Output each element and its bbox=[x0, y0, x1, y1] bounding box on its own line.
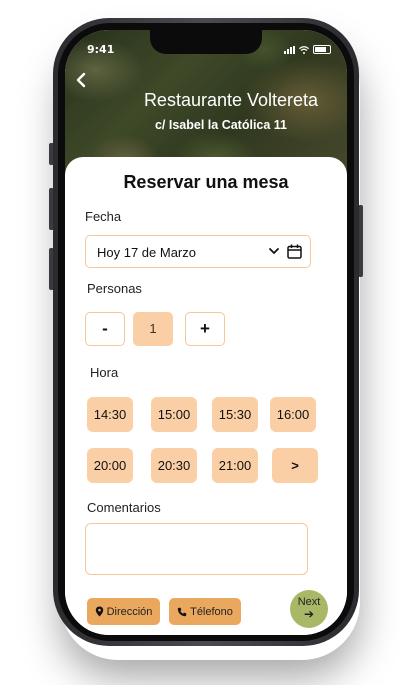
time-slot[interactable]: 20:00 bbox=[87, 448, 133, 483]
battery-icon bbox=[313, 45, 331, 54]
date-value: Hoy 17 de Marzo bbox=[97, 245, 196, 260]
status-time: 9:41 bbox=[87, 43, 115, 56]
more-slots-button[interactable]: > bbox=[272, 448, 318, 483]
status-icons bbox=[284, 45, 331, 54]
date-select[interactable]: Hoy 17 de Marzo bbox=[85, 235, 311, 268]
direction-button[interactable]: Dirección bbox=[87, 598, 160, 625]
time-slot[interactable]: 16:00 bbox=[270, 397, 316, 432]
phone-button[interactable]: Télefono bbox=[169, 598, 241, 625]
date-label: Fecha bbox=[85, 209, 122, 224]
time-slot[interactable]: 20:30 bbox=[151, 448, 197, 483]
people-label: Personas bbox=[87, 281, 142, 296]
comments-label: Comentarios bbox=[87, 500, 161, 515]
back-chevron-icon[interactable] bbox=[75, 72, 87, 88]
wifi-icon bbox=[299, 45, 309, 54]
time-slot[interactable]: 15:00 bbox=[151, 397, 197, 432]
phone-label: Télefono bbox=[190, 605, 233, 618]
map-pin-icon bbox=[95, 606, 103, 617]
dynamic-island bbox=[150, 30, 262, 54]
next-label: Next bbox=[297, 596, 321, 608]
reservation-card: Reservar una mesa Fecha Hoy 17 de Marzo … bbox=[65, 157, 347, 635]
signal-icon bbox=[284, 45, 295, 54]
next-button[interactable]: Next ➔ bbox=[290, 590, 328, 628]
chevron-down-icon bbox=[269, 248, 279, 254]
time-slot[interactable]: 14:30 bbox=[87, 397, 133, 432]
time-label: Hora bbox=[90, 365, 119, 380]
decrement-button[interactable]: - bbox=[85, 312, 125, 346]
time-slot[interactable]: 15:30 bbox=[212, 397, 258, 432]
restaurant-name: Restaurante Voltereta bbox=[143, 90, 319, 110]
comments-field[interactable] bbox=[85, 523, 308, 575]
restaurant-address: c/ Isabel la Católica 11 bbox=[154, 118, 288, 132]
time-slot[interactable]: 21:00 bbox=[212, 448, 258, 483]
page-title: Reservar una mesa bbox=[123, 172, 289, 192]
increment-button[interactable]: + bbox=[185, 312, 225, 346]
people-quantity: 1 bbox=[133, 312, 173, 346]
phone-icon bbox=[177, 607, 187, 616]
direction-label: Dirección bbox=[106, 605, 153, 618]
arrow-right-icon: ➔ bbox=[303, 607, 315, 621]
calendar-icon[interactable] bbox=[287, 244, 302, 259]
app-screen: 9:41 Restaurante Voltereta c/ Isabel la … bbox=[65, 30, 347, 635]
